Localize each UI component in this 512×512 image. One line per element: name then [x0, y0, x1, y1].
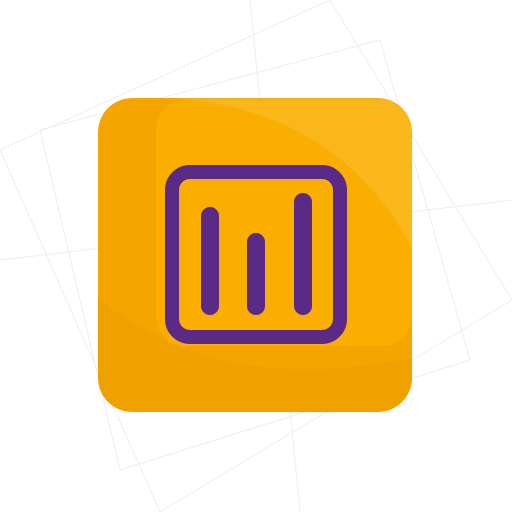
icon-canvas	[0, 0, 512, 512]
bar-chart-icon	[165, 165, 347, 344]
app-icon-tile[interactable]	[98, 98, 412, 412]
